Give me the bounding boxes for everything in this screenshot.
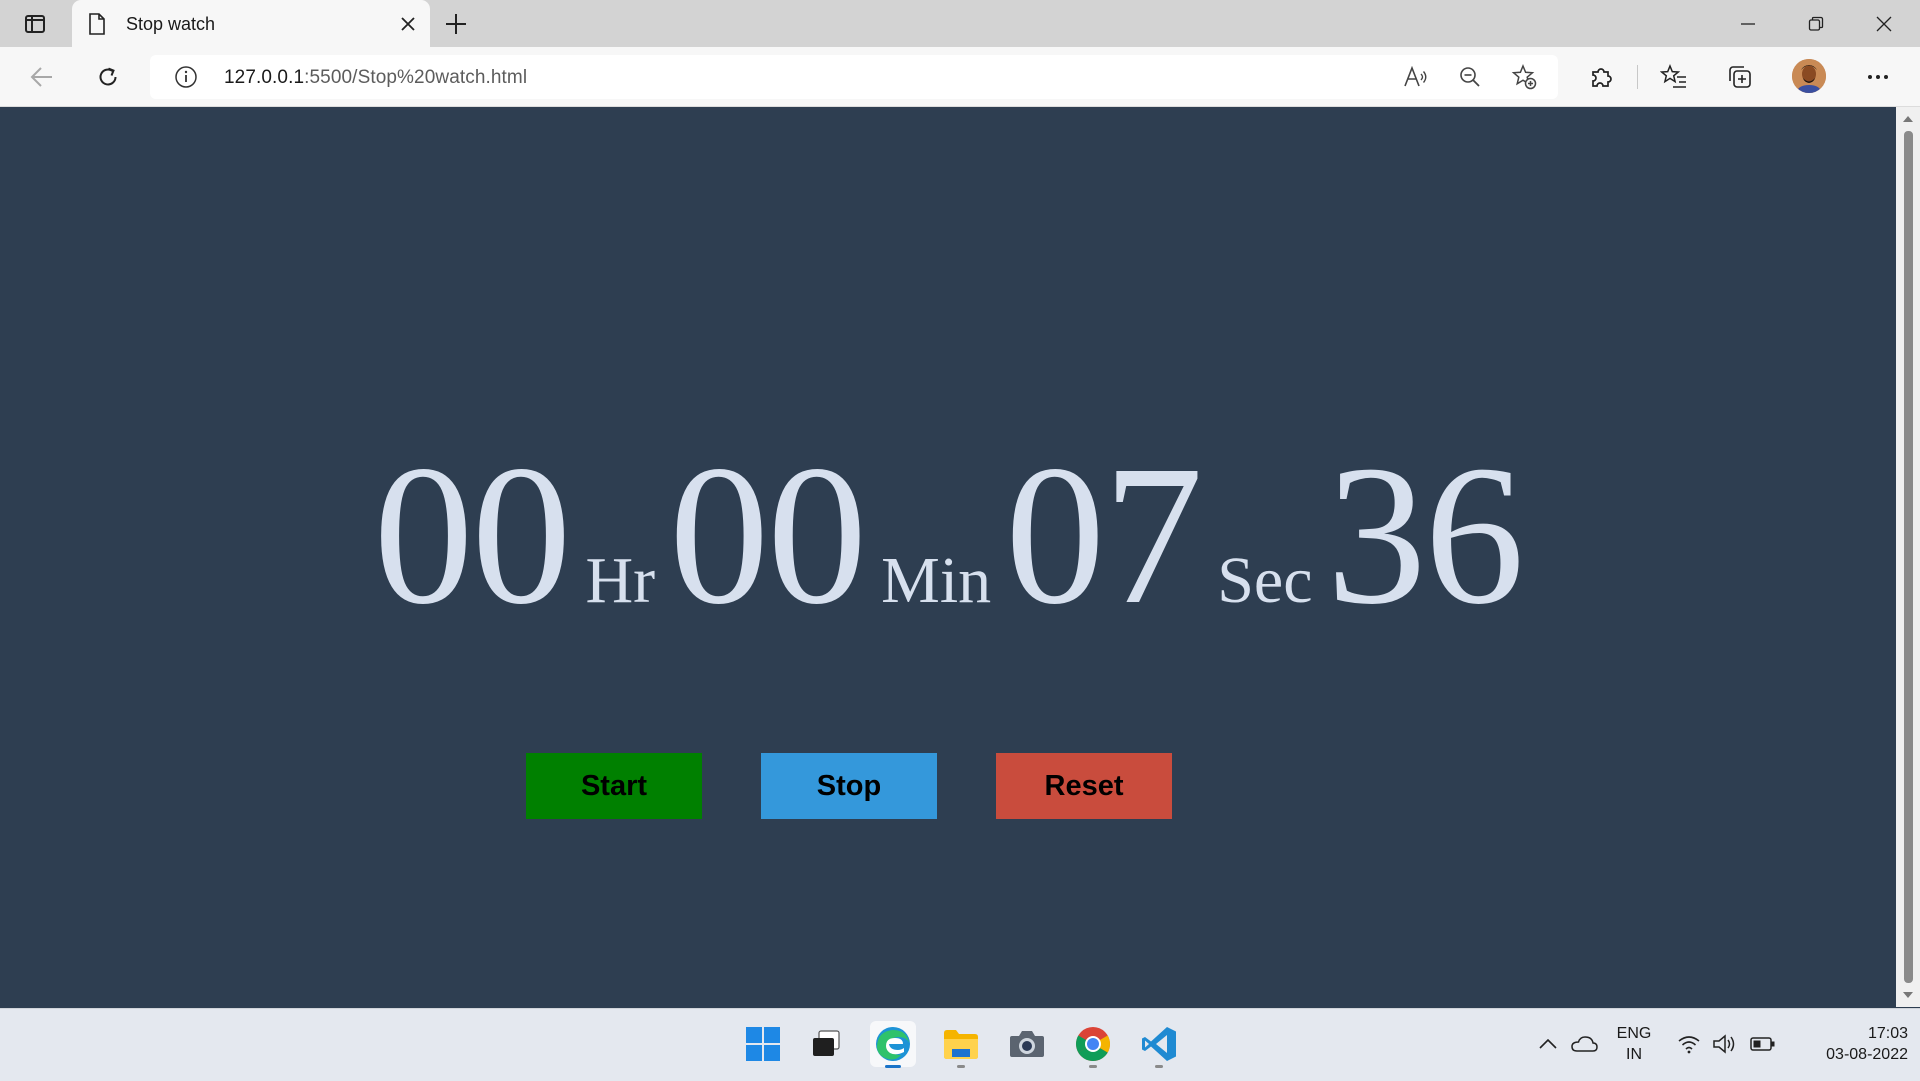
taskbar-edge[interactable] (870, 1021, 916, 1068)
camera-icon (1010, 1031, 1044, 1057)
clock-date-button[interactable]: 17:03 03-08-2022 (1786, 1023, 1908, 1065)
minutes-label: Min (881, 544, 992, 617)
speaker-icon (1713, 1034, 1735, 1054)
start-menu-button[interactable] (740, 1021, 786, 1067)
restore-icon (1808, 16, 1824, 31)
taskbar-chrome[interactable] (1070, 1021, 1116, 1068)
running-indicator (1155, 1065, 1163, 1068)
refresh-icon (99, 67, 117, 86)
clock-date: 03-08-2022 (1826, 1046, 1908, 1063)
url-path: :5500/Stop%20watch.html (304, 67, 528, 88)
seconds-value: 07 (1005, 425, 1203, 646)
vertical-scrollbar[interactable] (1896, 107, 1920, 1007)
close-icon (401, 17, 415, 31)
settings-more-button[interactable] (1860, 59, 1896, 95)
star-add-icon (1511, 64, 1537, 90)
tab-actions-button[interactable] (14, 8, 56, 40)
running-indicator (957, 1065, 965, 1068)
zoom-out-icon (1460, 67, 1480, 87)
browser-toolbar: 127.0.0.1:5500/Stop%20watch.html (0, 47, 1920, 107)
input-language-indicator[interactable]: ENG IN (1610, 1023, 1658, 1065)
profile-avatar[interactable] (1792, 59, 1826, 93)
hours-label: Hr (585, 544, 656, 617)
back-arrow-icon (30, 67, 52, 87)
plus-icon (446, 14, 466, 34)
windows-taskbar: ENG IN 17:03 03-08-2022 (0, 1008, 1920, 1081)
running-indicator (1089, 1065, 1097, 1068)
reset-button[interactable]: Reset (996, 753, 1172, 819)
vscode-icon (1142, 1027, 1176, 1061)
scroll-up-button[interactable] (1902, 113, 1914, 125)
url-text[interactable]: 127.0.0.1:5500/Stop%20watch.html (224, 67, 527, 89)
task-view-icon (813, 1030, 840, 1056)
triangle-down-icon (1903, 992, 1913, 998)
active-indicator (885, 1065, 901, 1068)
minimize-button[interactable] (1714, 0, 1782, 47)
battery-button[interactable] (1748, 1021, 1778, 1067)
collections-button[interactable] (1722, 59, 1758, 95)
wifi-icon (1678, 1036, 1700, 1054)
info-icon (175, 66, 197, 88)
scrollbar-thumb[interactable] (1904, 131, 1913, 983)
tab-title: Stop watch (126, 14, 216, 34)
network-button[interactable] (1674, 1021, 1704, 1067)
edge-icon (876, 1027, 910, 1061)
tab-actions-icon (25, 15, 45, 33)
hours-value: 00 (373, 425, 572, 646)
clock-time: 17:03 (1867, 1025, 1908, 1042)
extensions-button[interactable] (1584, 59, 1620, 95)
triangle-up-icon (1903, 116, 1913, 122)
more-options-icon (1868, 75, 1888, 79)
favorites-button[interactable] (1656, 59, 1692, 95)
taskbar-file-explorer[interactable] (938, 1021, 984, 1068)
tab-close-button[interactable] (394, 10, 422, 38)
centiseconds-value: 36 (1326, 425, 1524, 646)
chevron-up-icon (1539, 1039, 1557, 1049)
profile-photo-icon (1792, 59, 1826, 93)
puzzle-icon (1592, 68, 1612, 87)
task-view-button[interactable] (803, 1021, 849, 1067)
language-code: ENG (1616, 1025, 1652, 1042)
file-explorer-icon (944, 1030, 978, 1059)
seconds-label: Sec (1217, 544, 1313, 617)
minimize-icon (1741, 22, 1755, 25)
zoom-out-button[interactable] (1454, 61, 1486, 93)
show-hidden-icons-button[interactable] (1536, 1021, 1560, 1067)
url-host: 127.0.0.1 (224, 67, 305, 88)
address-bar[interactable]: 127.0.0.1:5500/Stop%20watch.html (150, 55, 1558, 99)
region-code: IN (1626, 1046, 1642, 1063)
windows-start-icon (746, 1027, 780, 1061)
restore-button[interactable] (1782, 0, 1850, 47)
favorites-icon (1660, 64, 1686, 88)
close-icon (1876, 16, 1892, 31)
collections-icon (1729, 66, 1751, 88)
volume-button[interactable] (1710, 1021, 1740, 1067)
add-favorite-button[interactable] (1508, 61, 1540, 93)
tab-stop-watch[interactable]: Stop watch (72, 0, 430, 48)
back-button[interactable] (24, 59, 60, 95)
chrome-icon (1076, 1027, 1110, 1061)
taskbar-camera[interactable] (1004, 1021, 1050, 1067)
read-aloud-button[interactable] (1400, 61, 1432, 93)
toolbar-divider (1637, 65, 1638, 89)
page-icon (89, 13, 105, 35)
scroll-down-button[interactable] (1902, 989, 1914, 1001)
onedrive-cloud-icon (1571, 1036, 1598, 1052)
refresh-button[interactable] (90, 59, 126, 95)
window-close-button[interactable] (1850, 0, 1918, 47)
taskbar-vscode[interactable] (1136, 1021, 1182, 1068)
onedrive-button[interactable] (1568, 1021, 1600, 1067)
stopwatch-page: 00 Hr00 Min07 Sec36 Start Stop Reset (0, 107, 1896, 1007)
minutes-value: 00 (669, 425, 867, 646)
battery-icon (1750, 1037, 1775, 1051)
tab-strip: Stop watch (0, 0, 1920, 48)
read-aloud-icon (1404, 66, 1427, 87)
stopwatch-display: 00 Hr00 Min07 Sec36 (0, 436, 1896, 636)
start-button[interactable]: Start (526, 753, 702, 819)
new-tab-button[interactable] (440, 8, 472, 40)
stop-button[interactable]: Stop (761, 753, 937, 819)
